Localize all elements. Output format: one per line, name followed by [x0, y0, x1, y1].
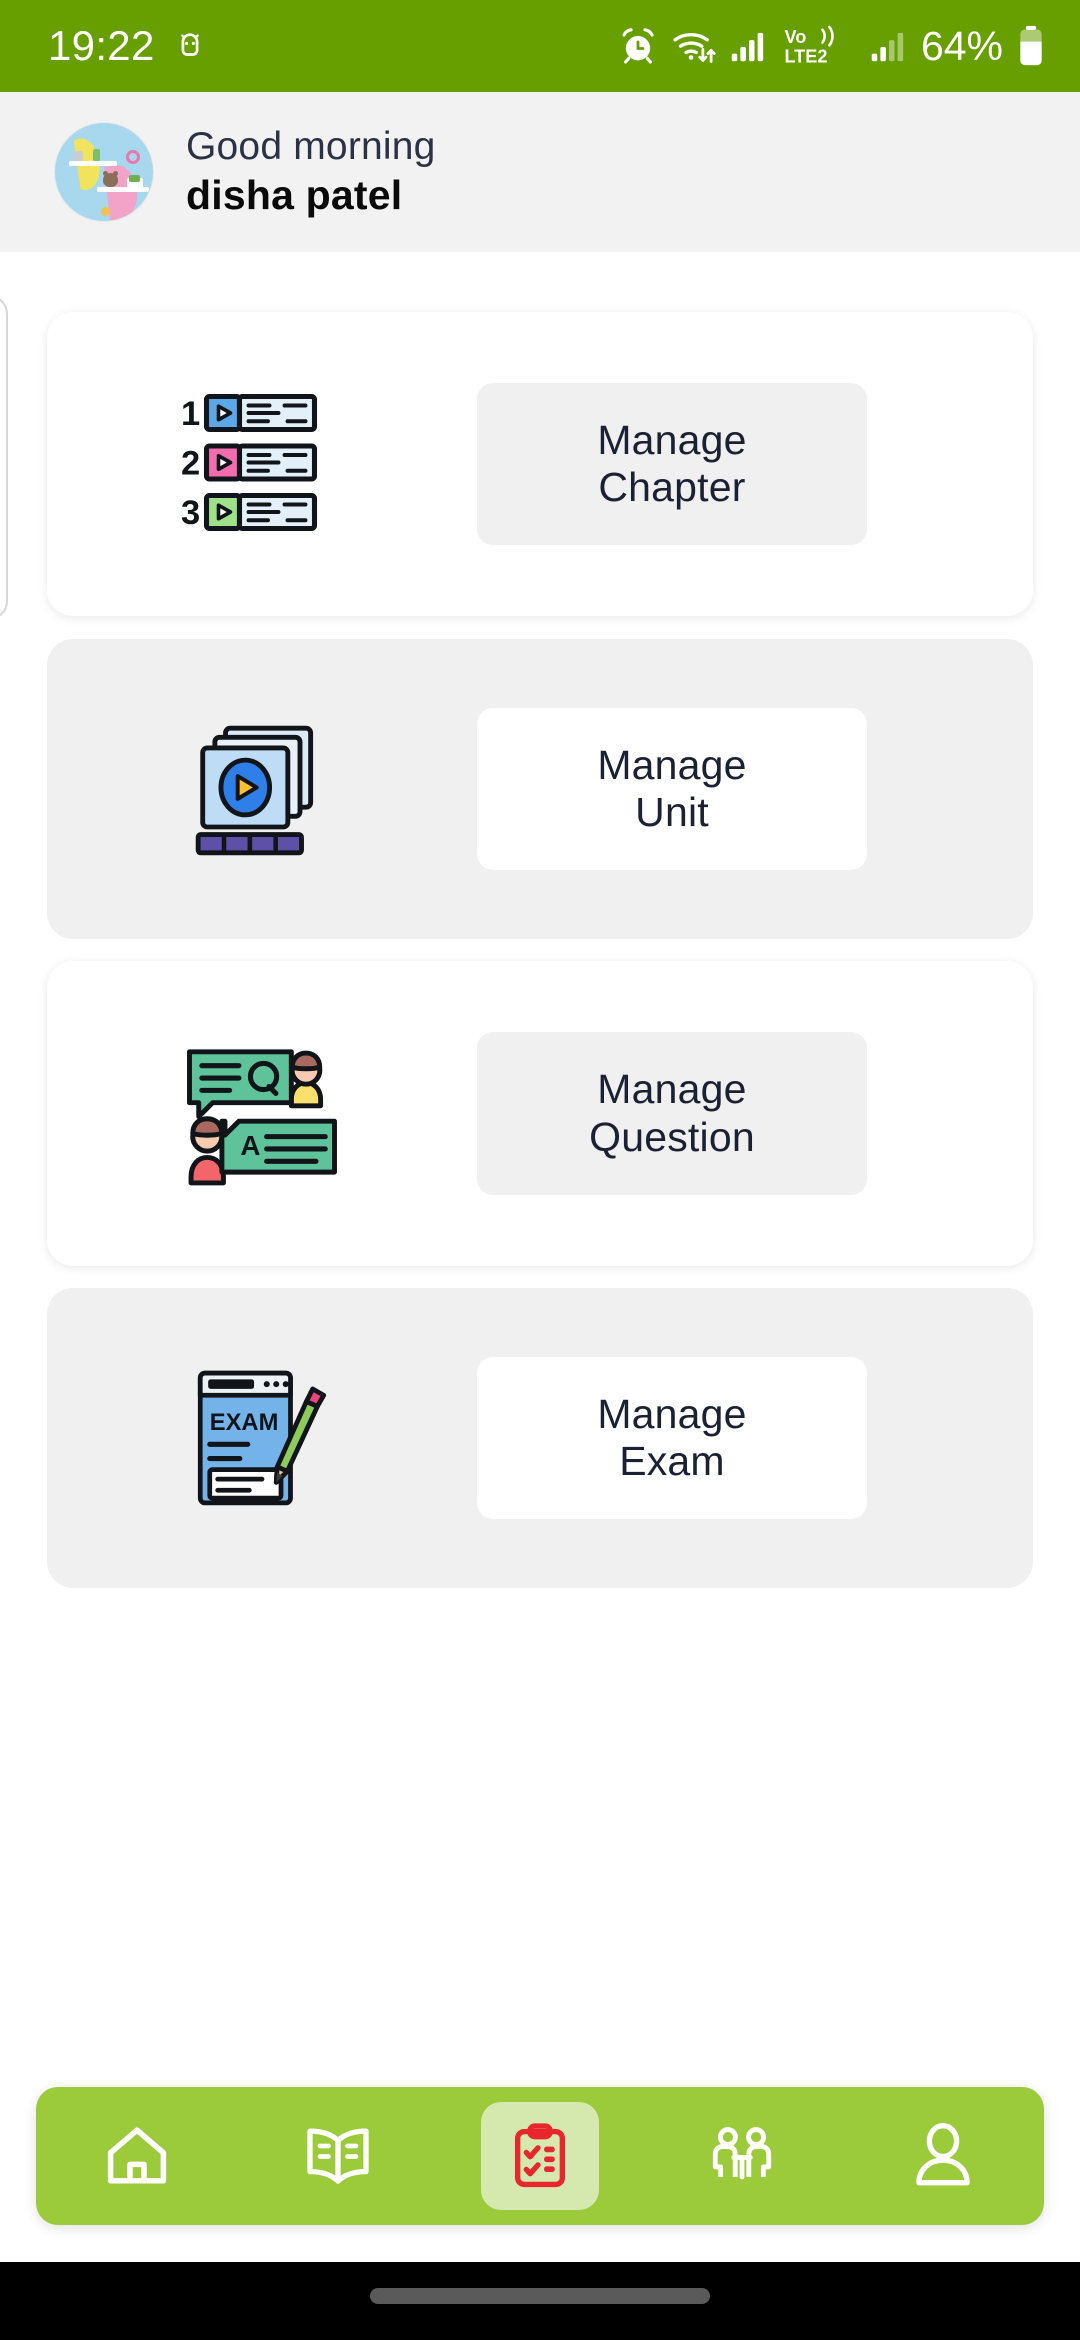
svg-text:3: 3: [181, 494, 200, 532]
bottom-navigation-bar: [36, 2087, 1044, 2225]
card-icon-area: EXAM: [47, 1288, 477, 1588]
manage-chapter-button[interactable]: Manage Chapter: [477, 382, 867, 546]
avatar-object-clock: [73, 151, 83, 161]
manage-unit-label-line1: Manage: [597, 741, 747, 788]
home-icon: [107, 2127, 166, 2184]
manage-chapter-label-line1: Manage: [597, 416, 747, 463]
exam-paper-pencil-icon: EXAM: [197, 1370, 327, 1506]
manage-exam-button[interactable]: Manage Exam: [477, 1356, 867, 1520]
volte-icon: Vo LTE2: [784, 25, 834, 67]
greeting-text-block: Good morning disha patel: [186, 125, 436, 219]
avatar-yellow-dot: [101, 207, 110, 216]
nav-item-exam[interactable]: [480, 2102, 599, 2210]
manage-chapter-label-line2: Chapter: [598, 464, 746, 510]
open-book-icon: [307, 2128, 370, 2184]
menu-card-list: 1 2 3 Manage Chapter Manage Unit A Manag…: [0, 252, 1080, 1588]
manage-chapter-label: Manage Chapter: [597, 417, 746, 511]
greeting-header: Good morning disha patel: [0, 92, 1080, 252]
card-icon-area: [47, 639, 477, 939]
user-name-label: disha patel: [186, 172, 403, 218]
card-manage-exam[interactable]: EXAM Manage Exam: [47, 1288, 1033, 1588]
battery-percent-label: 64%: [920, 22, 1003, 69]
svg-text:Vo: Vo: [784, 27, 806, 47]
avatar-pink-ring: [126, 150, 140, 164]
manage-unit-label-line2: Unit: [635, 789, 709, 835]
home-gesture-pill[interactable]: [370, 2288, 710, 2304]
question-answer-icon: A: [187, 1049, 337, 1186]
avatar-shelf-top: [69, 161, 117, 166]
svg-text:LTE2: LTE2: [784, 47, 827, 67]
svg-text:2: 2: [181, 445, 200, 483]
two-people-table-icon: [712, 2127, 771, 2180]
status-bar-right: Vo LTE2 64%: [618, 23, 1046, 70]
manage-question-label: Manage Question: [589, 1066, 755, 1160]
card-icon-area: A: [47, 961, 477, 1266]
clipboard-checklist-icon: [514, 2123, 565, 2188]
manage-unit-button[interactable]: Manage Unit: [477, 707, 867, 871]
system-gesture-bar: [0, 2262, 1080, 2340]
nav-item-book[interactable]: [279, 2102, 397, 2210]
wifi-icon: [673, 32, 716, 63]
status-time: 19:22: [48, 22, 155, 69]
greeting-label: Good morning: [186, 125, 436, 168]
avatar-teddy-bear: [103, 171, 118, 187]
manage-exam-label-line1: Manage: [597, 1390, 747, 1437]
status-bar: 19:22 Vo LTE2 64%: [0, 0, 1080, 92]
nav-item-interview[interactable]: [683, 2102, 801, 2210]
exam-icon-text: EXAM: [210, 1409, 279, 1436]
nav-item-profile[interactable]: [884, 2102, 1002, 2210]
battery-icon: [1020, 25, 1042, 66]
avatar-object-plant: [93, 149, 100, 161]
card-manage-chapter[interactable]: 1 2 3 Manage Chapter: [47, 312, 1033, 616]
chapter-playlist-icon: 1 2 3: [181, 393, 318, 532]
nav-item-home[interactable]: [78, 2102, 196, 2210]
card-icon-area: 1 2 3: [47, 312, 477, 616]
video-slides-icon: [195, 725, 314, 856]
avatar[interactable]: [55, 123, 153, 221]
person-icon: [916, 2122, 970, 2186]
manage-question-label-line1: Manage: [597, 1066, 747, 1113]
manage-exam-label: Manage Exam: [597, 1391, 746, 1485]
status-bar-left: 19:22: [48, 22, 207, 70]
manage-unit-label: Manage Unit: [597, 742, 746, 836]
manage-question-button[interactable]: Manage Question: [477, 1032, 867, 1195]
manage-exam-label-line2: Exam: [619, 1438, 725, 1484]
android-head-icon: [180, 33, 199, 56]
manage-question-label-line2: Question: [589, 1113, 755, 1160]
card-manage-question[interactable]: A Manage Question: [47, 961, 1033, 1266]
signal-secondary-icon: [871, 32, 904, 62]
avatar-object-greenery: [129, 175, 140, 182]
alarm-icon: [622, 28, 654, 64]
svg-text:A: A: [240, 1130, 260, 1161]
svg-text:1: 1: [181, 395, 200, 433]
signal-icon: [731, 32, 764, 62]
card-manage-unit[interactable]: Manage Unit: [47, 639, 1033, 939]
